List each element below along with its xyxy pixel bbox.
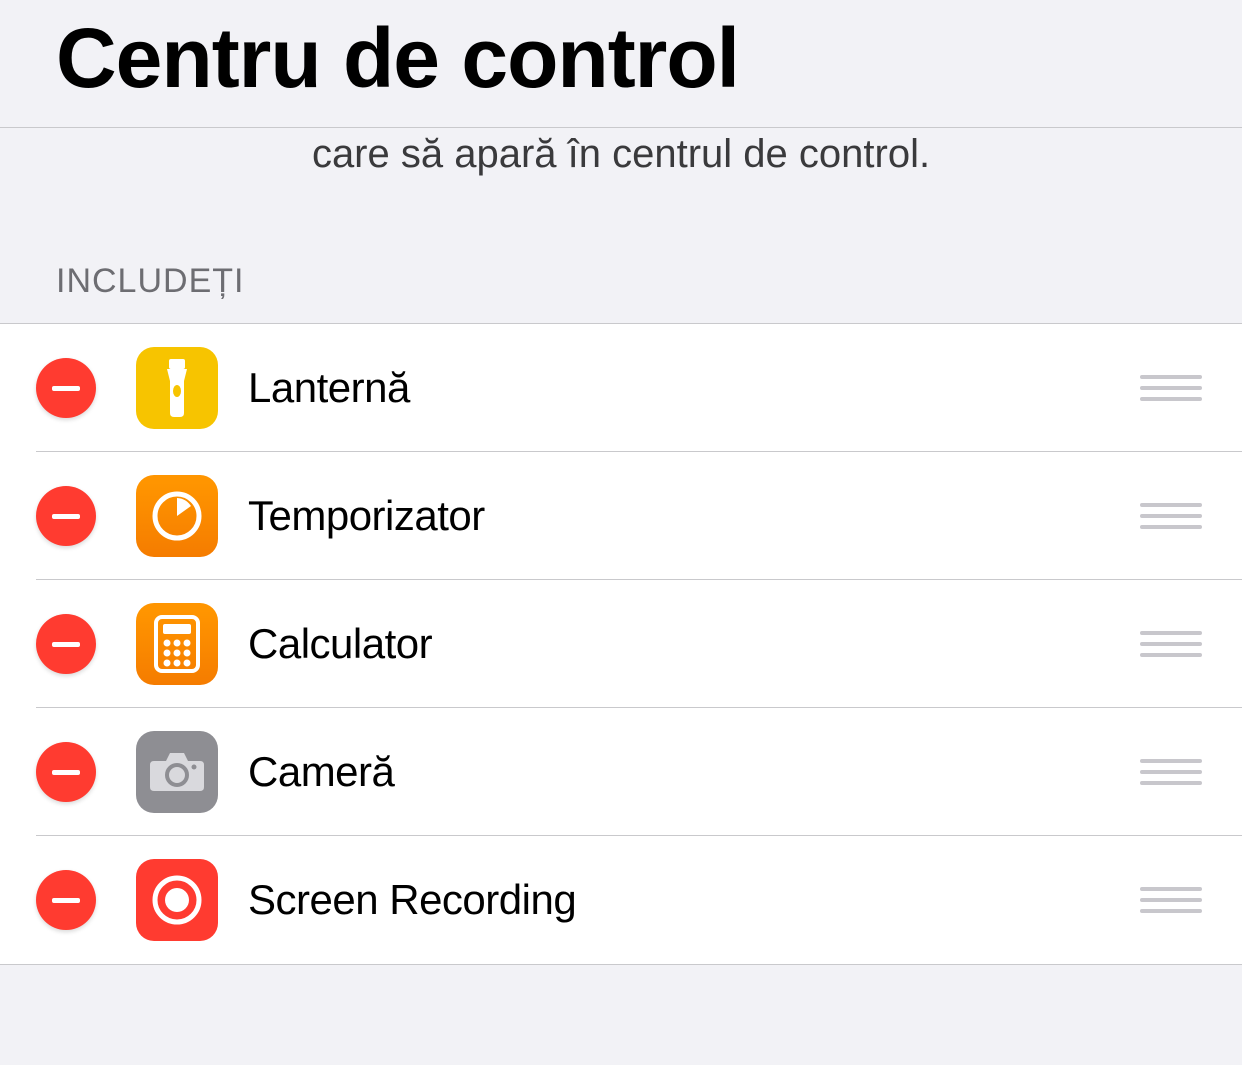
page-header: Centru de control: [0, 0, 1242, 128]
included-controls-list: Lanternă Temporizator: [0, 323, 1242, 965]
section-label-include: INCLUDEȚI: [0, 262, 1242, 323]
page-title: Centru de control: [56, 10, 1186, 107]
list-item[interactable]: Lanternă: [0, 324, 1242, 452]
calculator-icon: [136, 603, 218, 685]
list-item[interactable]: Screen Recording: [0, 836, 1242, 964]
list-item-label: Cameră: [248, 748, 1140, 796]
list-item[interactable]: Cameră: [0, 708, 1242, 836]
remove-button[interactable]: [36, 742, 96, 802]
list-item[interactable]: Calculator: [0, 580, 1242, 708]
minus-icon: [52, 770, 80, 775]
camera-icon: [136, 731, 218, 813]
drag-handle-icon[interactable]: [1140, 631, 1206, 657]
list-item-label: Calculator: [248, 620, 1140, 668]
minus-icon: [52, 642, 80, 647]
drag-handle-icon[interactable]: [1140, 759, 1206, 785]
remove-button[interactable]: [36, 358, 96, 418]
minus-icon: [52, 386, 80, 391]
drag-handle-icon[interactable]: [1140, 375, 1206, 401]
page-description: care să apară în centrul de control.: [0, 126, 1242, 262]
list-item-label: Lanternă: [248, 364, 1140, 412]
remove-button[interactable]: [36, 486, 96, 546]
flashlight-icon: [136, 347, 218, 429]
list-item-label: Screen Recording: [248, 876, 1140, 924]
minus-icon: [52, 514, 80, 519]
minus-icon: [52, 898, 80, 903]
drag-handle-icon[interactable]: [1140, 503, 1206, 529]
remove-button[interactable]: [36, 870, 96, 930]
timer-icon: [136, 475, 218, 557]
drag-handle-icon[interactable]: [1140, 887, 1206, 913]
list-item[interactable]: Temporizator: [0, 452, 1242, 580]
list-item-label: Temporizator: [248, 492, 1140, 540]
screen-recording-icon: [136, 859, 218, 941]
remove-button[interactable]: [36, 614, 96, 674]
